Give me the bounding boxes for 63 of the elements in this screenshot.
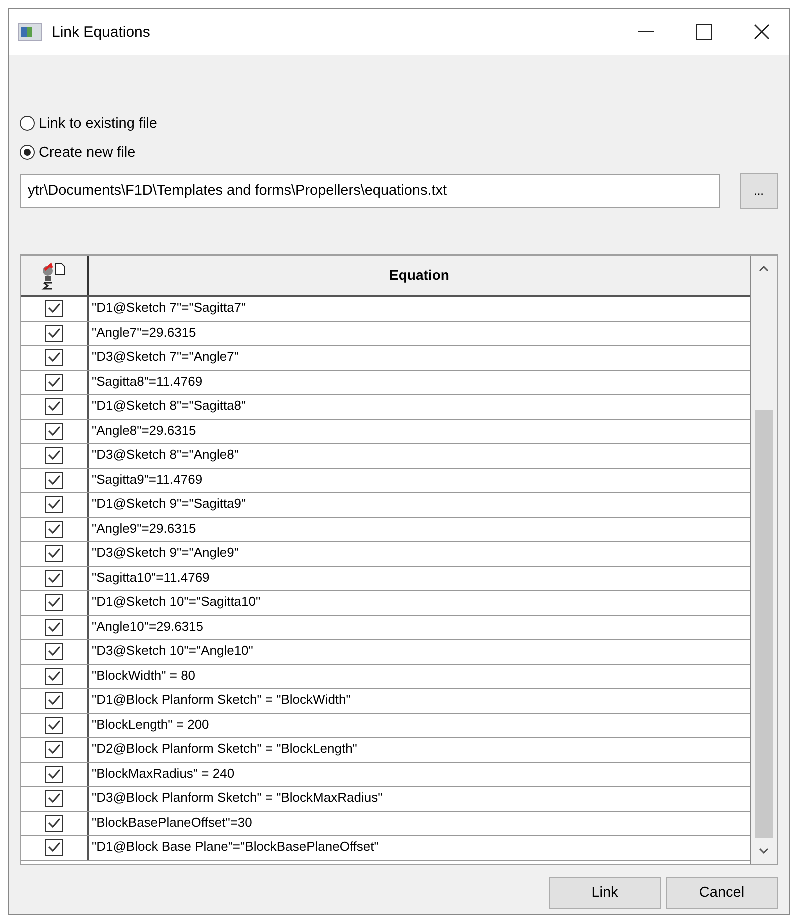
equation-cell-text: "Angle10"=29.6315: [91, 618, 205, 636]
radio-button[interactable]: [20, 116, 35, 131]
checkbox[interactable]: [45, 716, 63, 734]
checkbox[interactable]: [45, 447, 63, 464]
checkbox[interactable]: [45, 692, 63, 710]
checkbox[interactable]: [45, 790, 63, 808]
sigma-document-icon: [42, 262, 66, 290]
window-title: Link Equations: [52, 24, 152, 40]
checkbox[interactable]: [45, 422, 63, 440]
checkbox[interactable]: [45, 300, 63, 318]
checkbox[interactable]: [45, 570, 63, 587]
equation-cell-text: "BlockMaxRadius" = 240: [91, 764, 236, 782]
equation-cell-text: "D3@Sketch 10"="Angle10": [91, 642, 254, 660]
equation-cell-text: "D1@Sketch 9"="Sagitta9": [91, 495, 248, 513]
equation-cell-text: "D3@Block Planform Sketch" = "BlockMaxRadius": [91, 789, 384, 807]
checkbox[interactable]: [45, 618, 63, 636]
radio-label[interactable]: Create new file: [39, 144, 136, 160]
checkbox[interactable]: [45, 496, 63, 514]
checkbox[interactable]: [45, 349, 63, 366]
equation-cell-text: "D1@Sketch 8"="Sagitta8": [91, 397, 248, 415]
equation-cell-text: "D1@Sketch 10"="Sagitta10": [91, 593, 262, 611]
equation-cell-text: "Sagitta8"=11.4769: [91, 372, 204, 391]
scroll-up-icon[interactable]: [759, 266, 769, 272]
browse-button[interactable]: ...: [740, 173, 778, 209]
checkbox[interactable]: [45, 643, 63, 660]
equation-cell-text: "D1@Sketch 7"="Sagitta7": [91, 299, 248, 317]
equation-cell-text: "BlockWidth" = 80: [91, 666, 197, 684]
checkbox[interactable]: [45, 374, 63, 391]
checkbox[interactable]: [45, 814, 63, 832]
file-path-field[interactable]: ytr\Documents\F1D\Templates and forms\Propellers\equations.txt: [20, 174, 720, 208]
checkbox[interactable]: [45, 668, 63, 685]
checkbox[interactable]: [45, 472, 63, 489]
scrollbar[interactable]: [751, 256, 777, 864]
equation-cell-text: "BlockLength" = 200: [91, 716, 210, 734]
checkbox[interactable]: [45, 839, 63, 856]
close-icon[interactable]: [754, 24, 770, 40]
equation-cell-text: "D3@Sketch 8"="Angle8": [91, 446, 240, 464]
checkbox[interactable]: [45, 520, 63, 538]
checkbox[interactable]: [45, 766, 63, 783]
equation-cell-text: "D1@Block Planform Sketch" = "BlockWidth": [91, 691, 352, 709]
radio-button[interactable]: [20, 145, 35, 160]
checkbox[interactable]: [45, 324, 63, 342]
scroll-down-icon[interactable]: [759, 848, 769, 854]
equation-cell-text: "D3@Sketch 7"="Angle7": [91, 348, 240, 366]
checkbox[interactable]: [45, 398, 63, 416]
dialog-button[interactable]: Link: [549, 877, 661, 909]
window-icon: [18, 23, 42, 41]
equation-cell-text: "D2@Block Planform Sketch" = "BlockLength": [91, 740, 358, 758]
checkbox[interactable]: [45, 594, 63, 612]
equation-cell-text: "Angle7"=29.6315: [91, 324, 198, 342]
equation-cell-text: "Angle9"=29.6315: [91, 520, 198, 538]
equation-cell-text: "Angle8"=29.6315: [91, 422, 198, 440]
equation-cell-text: "Sagitta10"=11.4769: [91, 568, 211, 587]
dialog-button[interactable]: Cancel: [666, 877, 778, 909]
minimize-icon[interactable]: [638, 31, 654, 33]
equation-cell-text: "D3@Sketch 9"="Angle9": [91, 544, 240, 562]
checkbox[interactable]: [45, 545, 63, 562]
equation-cell-text: "BlockBasePlaneOffset"=30: [91, 814, 254, 832]
radio-label[interactable]: Link to existing file: [39, 116, 158, 132]
checkbox[interactable]: [45, 741, 63, 758]
equation-cell-text: "Sagitta9"=11.4769: [91, 470, 204, 489]
maximize-icon[interactable]: [696, 24, 712, 40]
equation-cell-text: "D1@Block Base Plane"="BlockBasePlaneOffset": [91, 838, 380, 856]
